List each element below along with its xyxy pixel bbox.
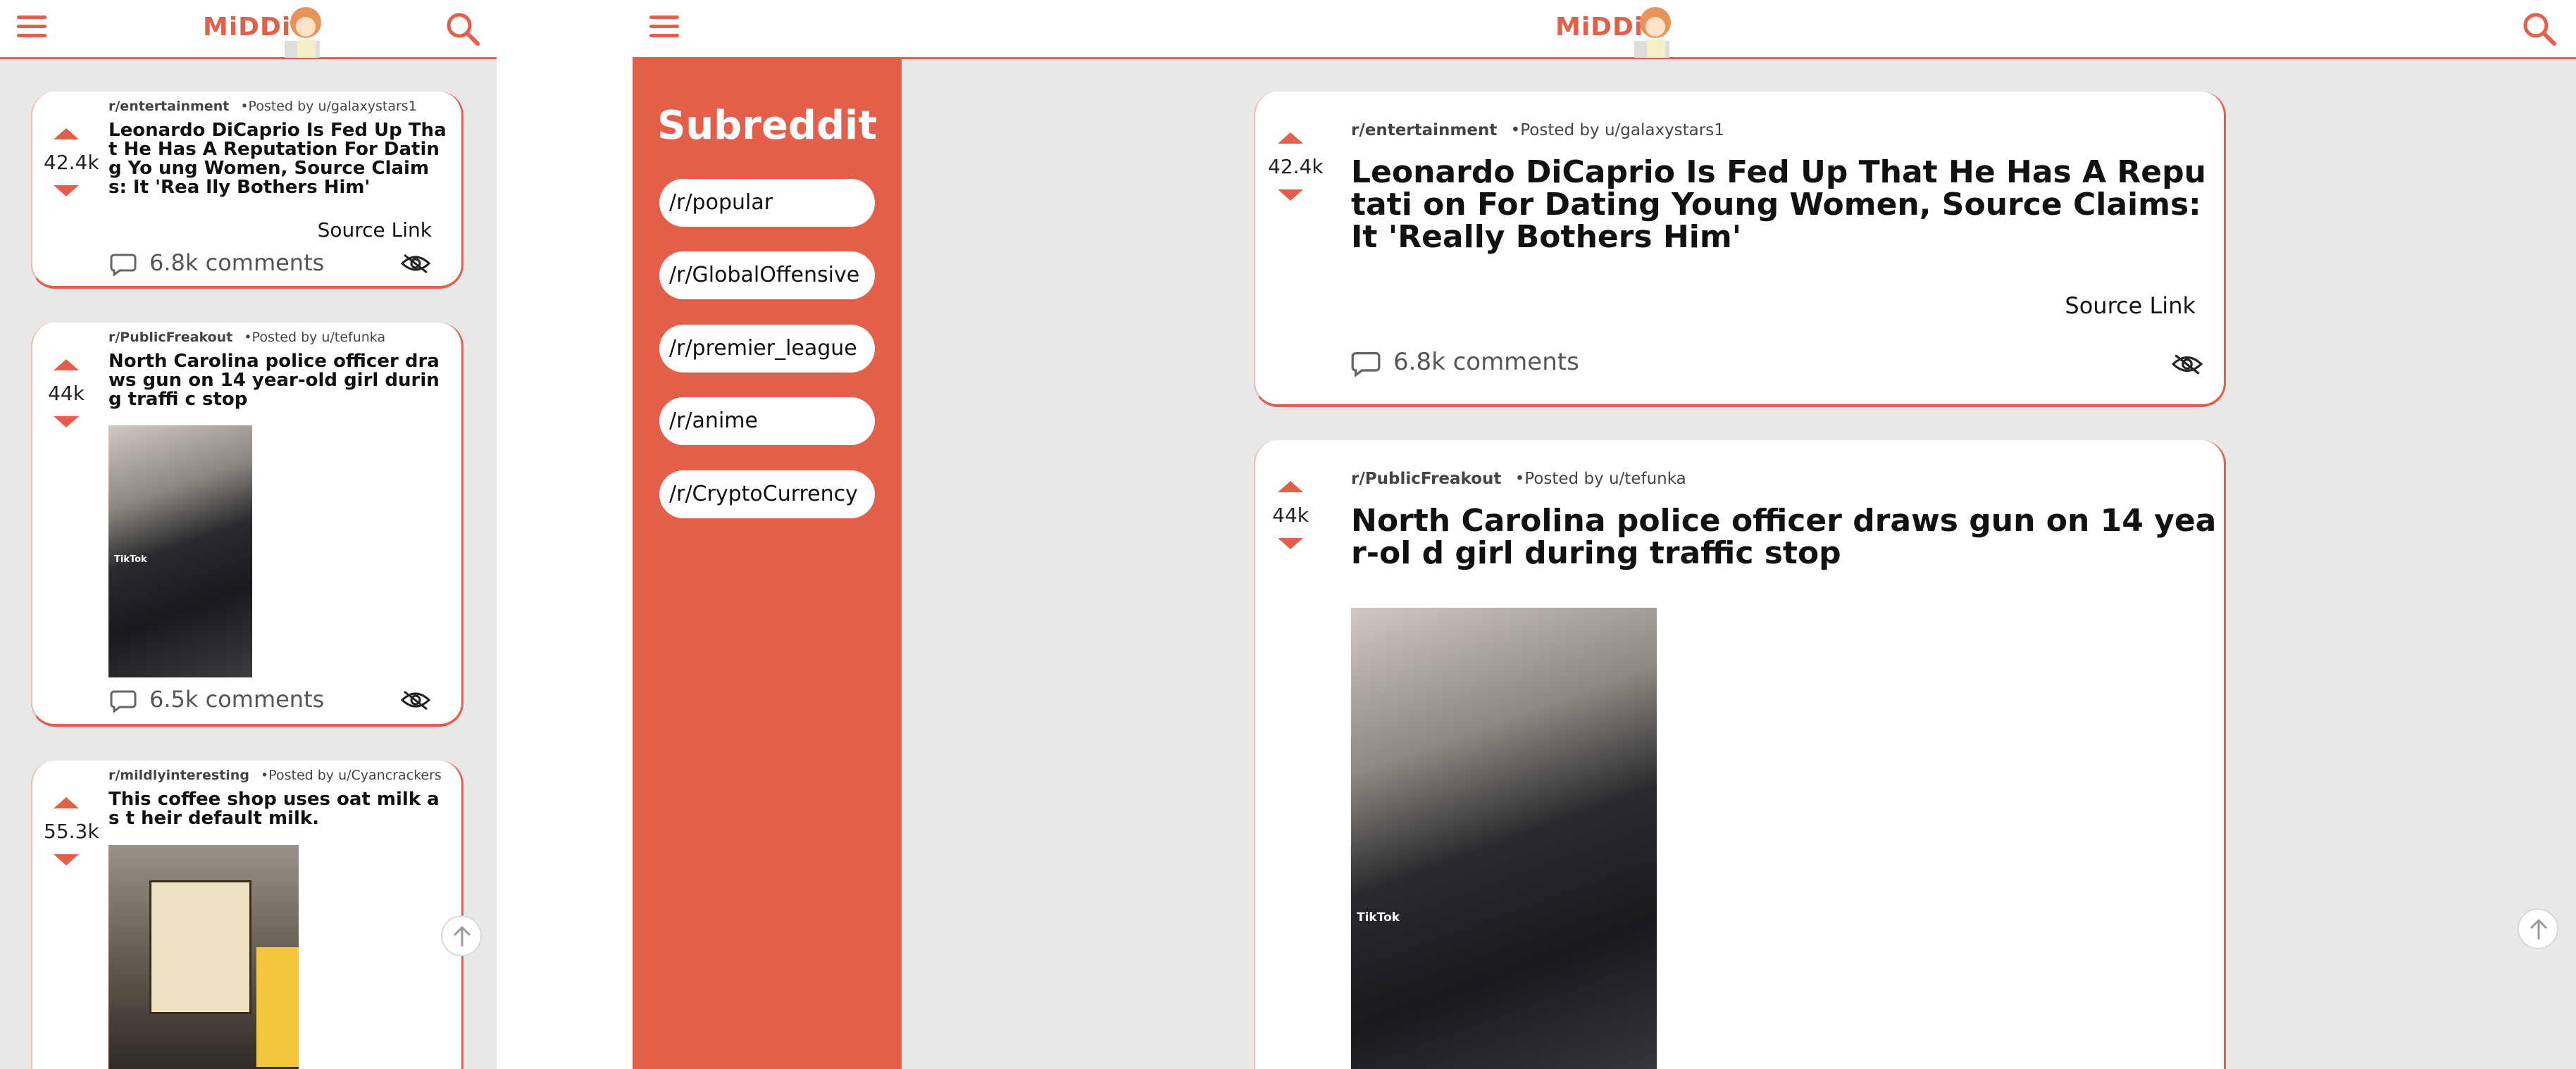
- mascot-logo-icon: [1634, 7, 1671, 58]
- comment-icon: [110, 690, 137, 713]
- comments-link[interactable]: 6.5k comments: [110, 686, 324, 713]
- image-sign: [149, 880, 251, 1014]
- posted-by: •Posted by u/galaxystars1: [1510, 121, 1724, 139]
- score: 55.3k: [44, 820, 99, 843]
- sidebar-item-premier-league[interactable]: /r/premier_league: [659, 325, 875, 373]
- post-video-thumbnail[interactable]: TikTok: [1351, 608, 1657, 1069]
- hide-post-icon[interactable]: [2171, 352, 2203, 376]
- subreddit-sidebar: Subreddit /r/popular /r/GlobalOffensive …: [633, 59, 902, 1069]
- post-title[interactable]: North Carolina police officer draws gun …: [1351, 505, 2217, 570]
- arrow-up-icon: [453, 925, 471, 946]
- subreddit-link[interactable]: r/entertainment: [108, 99, 229, 114]
- posted-by: •Posted by u/galaxystars1: [240, 99, 417, 114]
- scroll-to-top-button[interactable]: [441, 915, 482, 956]
- post-meta: r/entertainment •Posted by u/galaxystars…: [108, 99, 417, 114]
- media-watermark: TikTok: [1357, 911, 1400, 925]
- subreddit-link[interactable]: r/PublicFreakout: [108, 330, 232, 345]
- score: 42.4k: [44, 151, 99, 174]
- menu-icon[interactable]: [649, 15, 679, 39]
- comments-count: 6.8k comments: [1393, 348, 1579, 376]
- vote-control: 44k: [44, 359, 89, 427]
- score: 42.4k: [1268, 155, 1324, 178]
- sidebar-item-anime[interactable]: /r/anime: [659, 397, 875, 445]
- comment-icon: [110, 254, 137, 277]
- comment-icon: [1351, 351, 1381, 377]
- score: 44k: [48, 382, 85, 405]
- search-icon[interactable]: [2522, 11, 2558, 48]
- mobile-view: MiDDiT 42.4k r/entertainment •Posted by …: [0, 0, 497, 1069]
- comments-count: 6.8k comments: [149, 249, 325, 276]
- comments-link[interactable]: 6.8k comments: [1351, 348, 1579, 377]
- comments-link[interactable]: 6.8k comments: [110, 249, 325, 277]
- vote-control: 42.4k: [1268, 132, 1324, 201]
- score: 44k: [1272, 504, 1309, 527]
- comments-count: 6.5k comments: [149, 686, 325, 713]
- post-card[interactable]: 44k r/PublicFreakout •Posted by u/tefunk…: [31, 323, 463, 727]
- post-card[interactable]: 55.3k r/mildlyinteresting •Posted by u/C…: [31, 761, 463, 1069]
- downvote-icon[interactable]: [54, 185, 79, 196]
- post-title[interactable]: This coffee shop uses oat milk as t heir…: [108, 790, 447, 828]
- post-title[interactable]: Leonardo DiCaprio Is Fed Up That He Has …: [108, 121, 447, 197]
- subreddit-link[interactable]: r/mildlyinteresting: [108, 768, 249, 783]
- post-meta: r/PublicFreakout •Posted by u/tefunka: [108, 330, 385, 345]
- hide-post-icon[interactable]: [400, 689, 431, 711]
- search-icon[interactable]: [445, 11, 482, 48]
- post-card[interactable]: 44k r/PublicFreakout •Posted by u/tefunk…: [1254, 440, 2226, 1069]
- post-card[interactable]: 42.4k r/entertainment •Posted by u/galax…: [1254, 92, 2226, 407]
- hide-post-icon[interactable]: [400, 252, 431, 275]
- subreddit-link[interactable]: r/entertainment: [1351, 121, 1497, 139]
- post-meta: r/mildlyinteresting •Posted by u/Cyancra…: [108, 768, 442, 783]
- scroll-to-top-button[interactable]: [2518, 908, 2558, 949]
- downvote-icon[interactable]: [54, 416, 79, 427]
- post-card[interactable]: 42.4k r/entertainment •Posted by u/galax…: [31, 92, 463, 289]
- image-yellow-block: [256, 947, 299, 1067]
- upvote-icon[interactable]: [1278, 132, 1303, 144]
- arrow-up-icon: [2530, 918, 2548, 939]
- source-link[interactable]: Source Link: [2065, 292, 2196, 319]
- upvote-icon[interactable]: [1278, 481, 1303, 492]
- posted-by: •Posted by u/Cyancrackers: [260, 768, 442, 783]
- upvote-icon[interactable]: [54, 797, 79, 808]
- post-image-thumbnail[interactable]: [108, 845, 299, 1069]
- post-video-thumbnail[interactable]: TikTok: [108, 425, 252, 677]
- source-link[interactable]: Source Link: [318, 218, 432, 242]
- sidebar-title: Subreddit: [657, 103, 878, 149]
- vote-control: 44k: [1268, 481, 1313, 549]
- downvote-icon[interactable]: [54, 854, 79, 865]
- media-watermark: TikTok: [114, 554, 147, 565]
- post-title[interactable]: Leonardo DiCaprio Is Fed Up That He Has …: [1351, 156, 2217, 254]
- upvote-icon[interactable]: [54, 359, 79, 370]
- sidebar-item-cryptocurrency[interactable]: /r/CryptoCurrency: [659, 470, 875, 518]
- top-bar: MiDDiT: [633, 0, 2576, 59]
- subreddit-link[interactable]: r/PublicFreakout: [1351, 470, 1501, 488]
- top-bar: MiDDiT: [0, 0, 497, 59]
- downvote-icon[interactable]: [1278, 189, 1303, 201]
- post-title[interactable]: North Carolina police officer draws gun …: [108, 352, 447, 409]
- downvote-icon[interactable]: [1278, 538, 1303, 549]
- posted-by: •Posted by u/tefunka: [1514, 470, 1686, 488]
- post-meta: r/entertainment •Posted by u/galaxystars…: [1351, 121, 1724, 139]
- vote-control: 55.3k: [44, 797, 99, 865]
- post-meta: r/PublicFreakout •Posted by u/tefunka: [1351, 470, 1686, 488]
- desktop-view: MiDDiT Subreddit /r/popular /r/GlobalOff…: [633, 0, 2576, 1069]
- sidebar-item-popular[interactable]: /r/popular: [659, 179, 875, 227]
- upvote-icon[interactable]: [54, 128, 79, 139]
- menu-icon[interactable]: [17, 15, 46, 39]
- mascot-logo-icon: [285, 7, 321, 58]
- vote-control: 42.4k: [44, 128, 99, 196]
- sidebar-item-globaloffensive[interactable]: /r/GlobalOffensive: [659, 251, 875, 299]
- posted-by: •Posted by u/tefunka: [244, 330, 386, 345]
